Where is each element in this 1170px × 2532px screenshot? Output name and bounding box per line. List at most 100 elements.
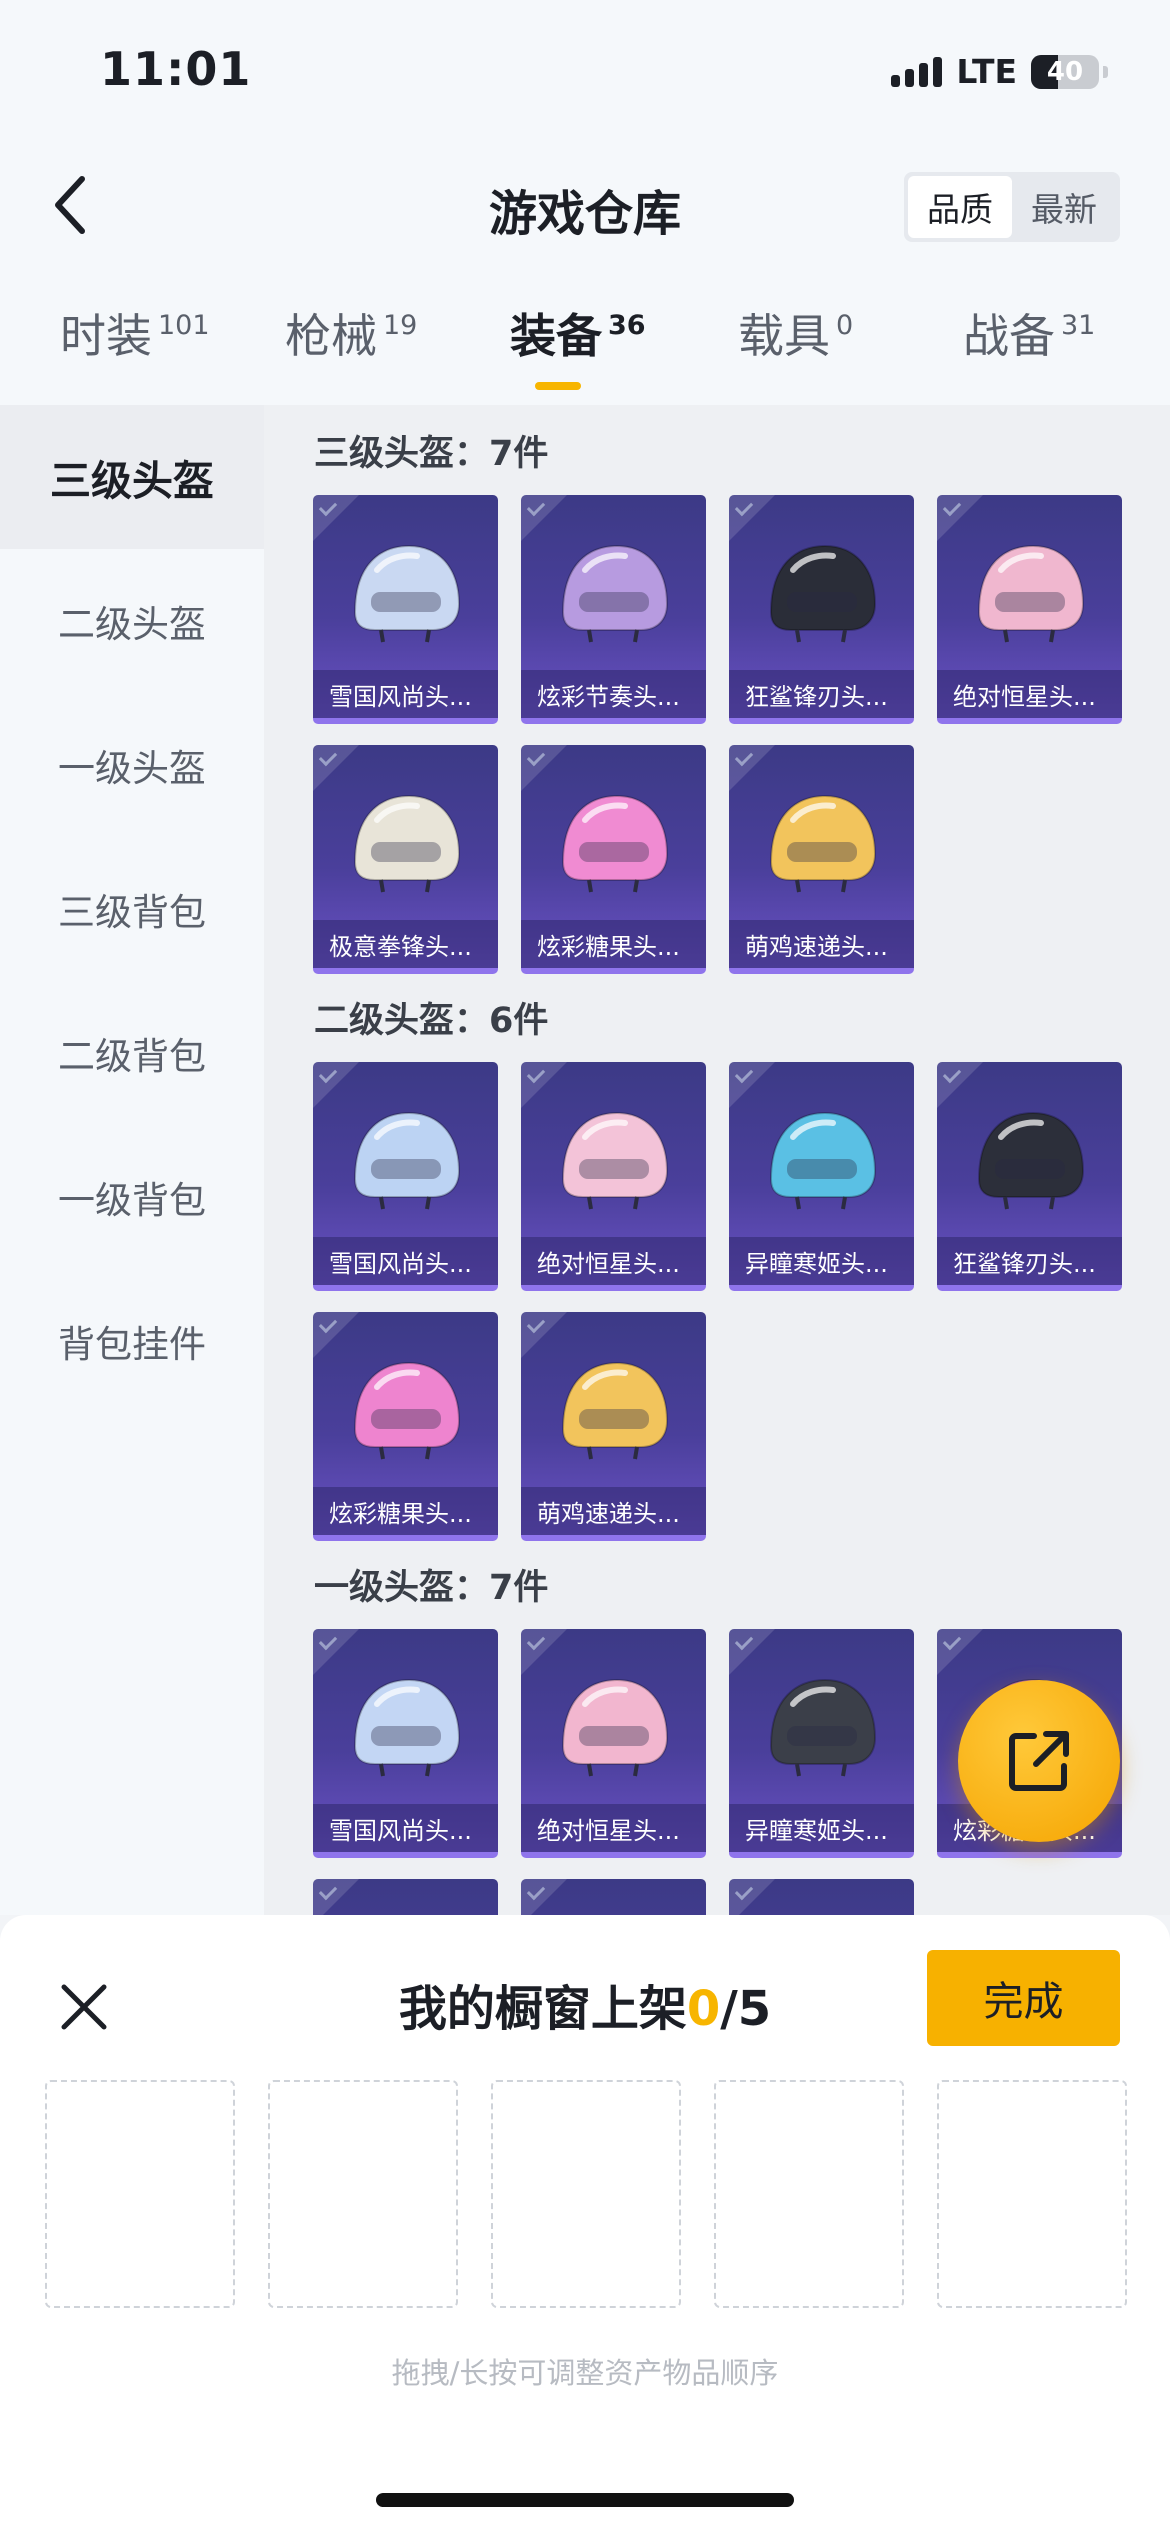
sidebar-item-level1-helmet[interactable]: 一级头盔 (0, 693, 264, 837)
item-card[interactable]: 异瞳寒姬头... (729, 1062, 914, 1291)
active-tab-indicator (535, 382, 581, 390)
item-card[interactable]: 炫彩节奏头... (521, 495, 706, 724)
sidebar-item-level3-backpack[interactable]: 三级背包 (0, 837, 264, 981)
item-card[interactable]: 狂鲨锋刃头... (937, 1062, 1122, 1291)
showcase-slots (45, 2080, 1127, 2308)
tab-guns[interactable]: 枪械 19 (285, 300, 417, 366)
item-name: 狂鲨锋刃头... (729, 670, 914, 718)
home-indicator (376, 2493, 794, 2507)
section-title: 三级头盔：7件 (314, 434, 549, 474)
showcase-slot[interactable] (937, 2080, 1127, 2308)
showcase-sheet: 我的橱窗上架0/5 完成 拖拽/长按可调整资产物品顺序 (0, 1915, 1170, 2532)
showcase-slot[interactable] (714, 2080, 904, 2308)
section-title: 一级头盔：7件 (314, 1568, 549, 1608)
tab-supplies[interactable]: 战备 31 (963, 300, 1095, 366)
tab-equipment[interactable]: 装备 36 (510, 300, 646, 366)
item-card[interactable]: 萌鸡速递头... (729, 745, 914, 974)
helmet-icon (313, 759, 498, 929)
helmet-icon (313, 1326, 498, 1496)
category-tabs: 时装 101 枪械 19 装备 36 载具 0 战备 31 (0, 270, 1170, 405)
helmet-icon (729, 1643, 914, 1813)
battery-icon: 40 (1031, 54, 1099, 89)
item-card[interactable]: 狂鲨锋刃头... (729, 495, 914, 724)
helmet-icon (521, 1076, 706, 1246)
sort-newest-option[interactable]: 最新 (1012, 176, 1116, 238)
helmet-icon (521, 1643, 706, 1813)
item-card[interactable]: 绝对恒星头... (521, 1062, 706, 1291)
helmet-icon (313, 509, 498, 679)
sidebar-item-level2-backpack[interactable]: 二级背包 (0, 981, 264, 1125)
tab-label: 战备 (963, 309, 1055, 363)
item-card[interactable]: 绝对恒星头... (521, 1629, 706, 1858)
reorder-hint: 拖拽/长按可调整资产物品顺序 (391, 2356, 779, 2390)
sidebar-item-level3-helmet[interactable]: 三级头盔 (0, 405, 264, 549)
tab-label: 时装 (60, 309, 152, 363)
item-name: 雪国风尚头... (313, 670, 498, 718)
item-name: 萌鸡速递头... (729, 920, 914, 968)
helmet-icon (729, 1893, 914, 1915)
item-name: 炫彩节奏头... (521, 670, 706, 718)
helmet-icon (313, 1076, 498, 1246)
tab-label: 装备 (510, 309, 602, 363)
tab-fashion[interactable]: 时装 101 (60, 300, 210, 366)
helmet-icon (521, 759, 706, 929)
tab-vehicles[interactable]: 载具 0 (738, 300, 853, 366)
item-card[interactable]: 炫彩糖果头... (521, 745, 706, 974)
item-card[interactable] (521, 1879, 706, 1915)
done-button[interactable]: 完成 (927, 1950, 1120, 2046)
sort-toggle: 品质 最新 (904, 172, 1120, 242)
helmet-icon (729, 759, 914, 929)
item-card[interactable]: 极意拳锋头... (313, 745, 498, 974)
item-name: 绝对恒星头... (521, 1804, 706, 1852)
sidebar-item-level2-helmet[interactable]: 二级头盔 (0, 549, 264, 693)
tab-count: 101 (158, 310, 210, 341)
item-card[interactable]: 异瞳寒姬头... (729, 1629, 914, 1858)
item-card[interactable]: 雪国风尚头... (313, 1629, 498, 1858)
share-out-icon (1009, 1731, 1069, 1791)
item-name: 萌鸡速递头... (521, 1487, 706, 1535)
battery-percent: 40 (1046, 56, 1084, 87)
helmet-icon (937, 509, 1122, 679)
sort-quality-option[interactable]: 品质 (908, 176, 1012, 238)
helmet-icon (521, 1326, 706, 1496)
showcase-slot[interactable] (491, 2080, 681, 2308)
sidebar-item-level1-backpack[interactable]: 一级背包 (0, 1125, 264, 1269)
item-name: 雪国风尚头... (313, 1804, 498, 1852)
item-card[interactable]: 萌鸡速递头... (521, 1312, 706, 1541)
item-name: 炫彩糖果头... (521, 920, 706, 968)
item-card[interactable] (313, 1879, 498, 1915)
battery-tip (1103, 65, 1108, 78)
item-card[interactable] (729, 1879, 914, 1915)
helmet-icon (937, 1076, 1122, 1246)
helmet-icon (521, 509, 706, 679)
item-name: 绝对恒星头... (521, 1237, 706, 1285)
item-name: 雪国风尚头... (313, 1237, 498, 1285)
tab-label: 载具 (738, 309, 830, 363)
status-time: 11:01 (100, 42, 252, 96)
sidebar-item-backpack-charm[interactable]: 背包挂件 (0, 1269, 264, 1413)
item-name: 极意拳锋头... (313, 920, 498, 968)
item-card[interactable]: 炫彩糖果头... (313, 1312, 498, 1541)
tab-count: 0 (836, 310, 854, 341)
item-card[interactable]: 雪国风尚头... (313, 1062, 498, 1291)
item-name: 异瞳寒姬头... (729, 1804, 914, 1852)
share-button[interactable] (958, 1680, 1120, 1842)
helmet-icon (313, 1643, 498, 1813)
status-indicators: LTE 40 (891, 52, 1108, 91)
helmet-icon (313, 1893, 498, 1915)
tab-count: 36 (608, 310, 646, 341)
helmet-icon (521, 1893, 706, 1915)
network-label: LTE (956, 52, 1017, 91)
helmet-icon (729, 1076, 914, 1246)
item-card[interactable]: 绝对恒星头... (937, 495, 1122, 724)
showcase-count: 0 (686, 1981, 721, 2037)
item-name: 炫彩糖果头... (313, 1487, 498, 1535)
header: 游戏仓库 品质 最新 (0, 140, 1170, 270)
item-name: 狂鲨锋刃头... (937, 1237, 1122, 1285)
showcase-slot[interactable] (268, 2080, 458, 2308)
showcase-slot[interactable] (45, 2080, 235, 2308)
helmet-icon (729, 509, 914, 679)
signal-icon (891, 56, 943, 87)
tab-label: 枪械 (285, 309, 377, 363)
item-card[interactable]: 雪国风尚头... (313, 495, 498, 724)
